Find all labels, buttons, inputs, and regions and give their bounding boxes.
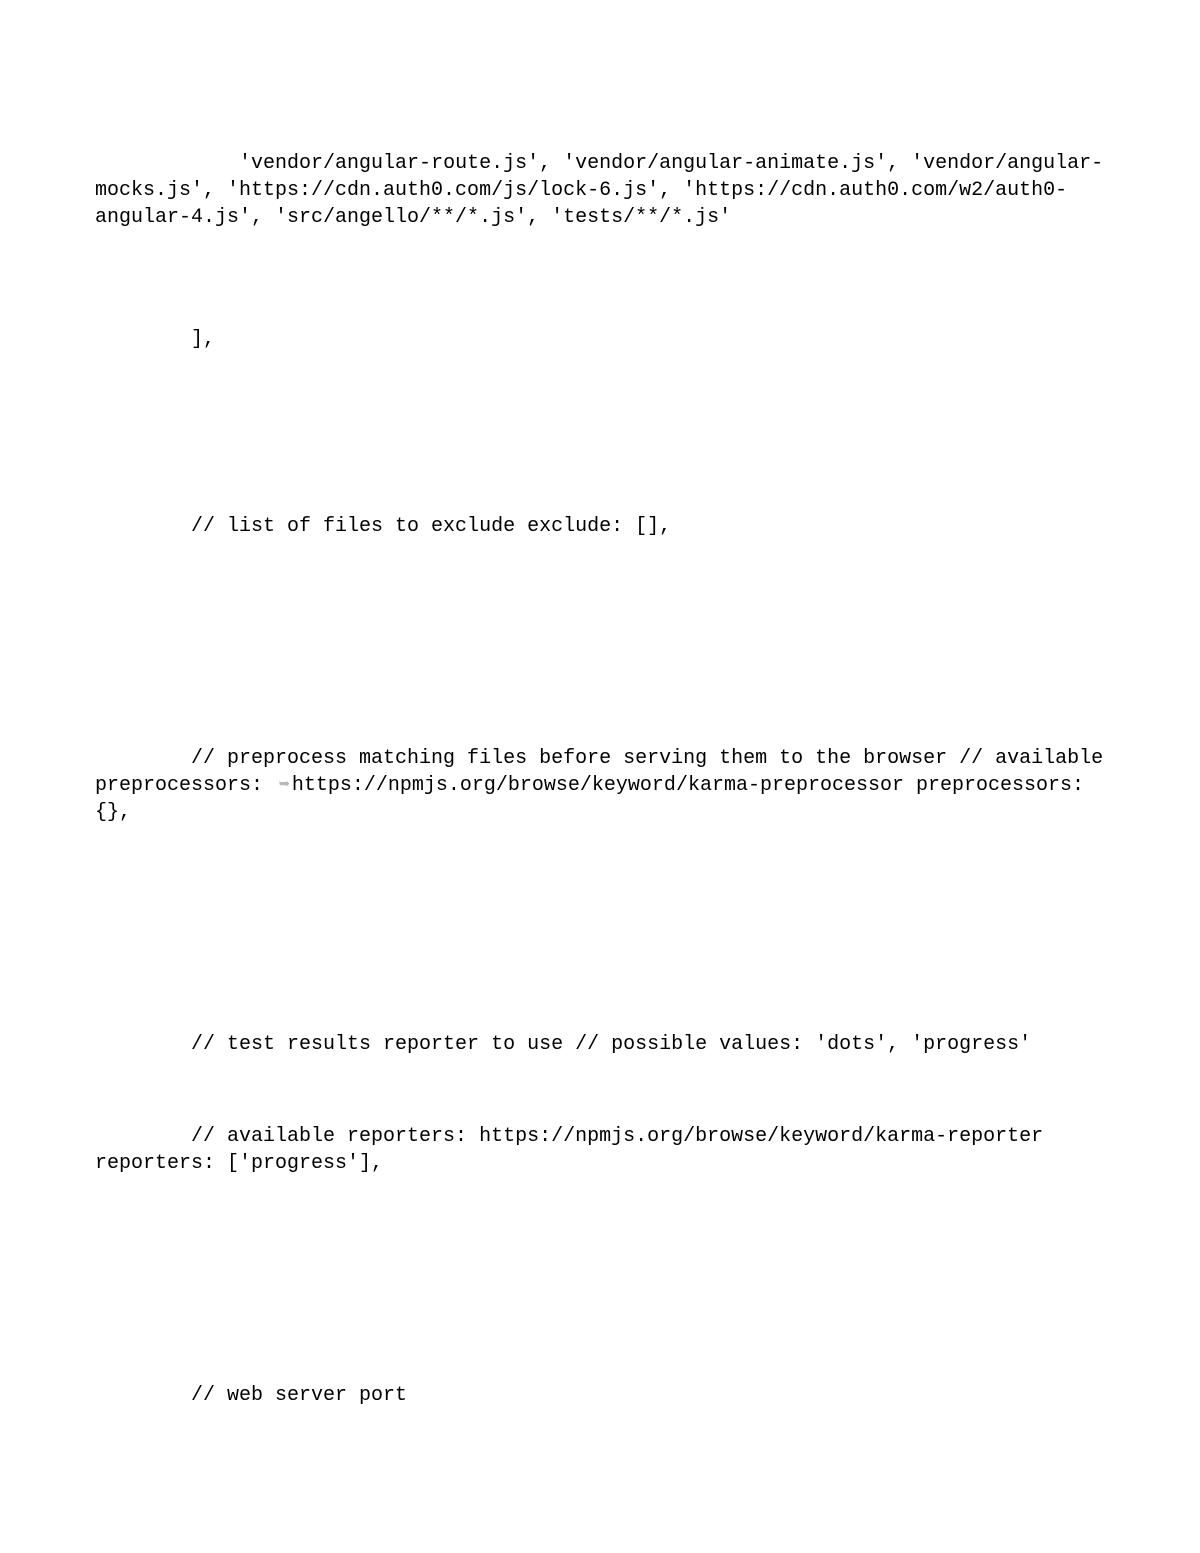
- code-exclude-comment: // list of files to exclude exclude: [],: [95, 513, 1105, 540]
- code-files-block: 'vendor/angular-route.js', 'vendor/angul…: [95, 150, 1105, 231]
- preprocess-link: https://npmjs.org/browse/keyword/karma-p…: [292, 774, 904, 797]
- code-web-server-port: // web server port: [95, 1382, 1105, 1409]
- code-close-bracket: ],: [95, 326, 1105, 353]
- code-reporter-comment-1: // test results reporter to use // possi…: [95, 1031, 1105, 1058]
- code-reporter-comment-2: // available reporters: https://npmjs.or…: [95, 1123, 1105, 1177]
- code-preprocess-comment: // preprocess matching files before serv…: [95, 745, 1105, 826]
- link-arrow-icon: ➥: [279, 774, 290, 798]
